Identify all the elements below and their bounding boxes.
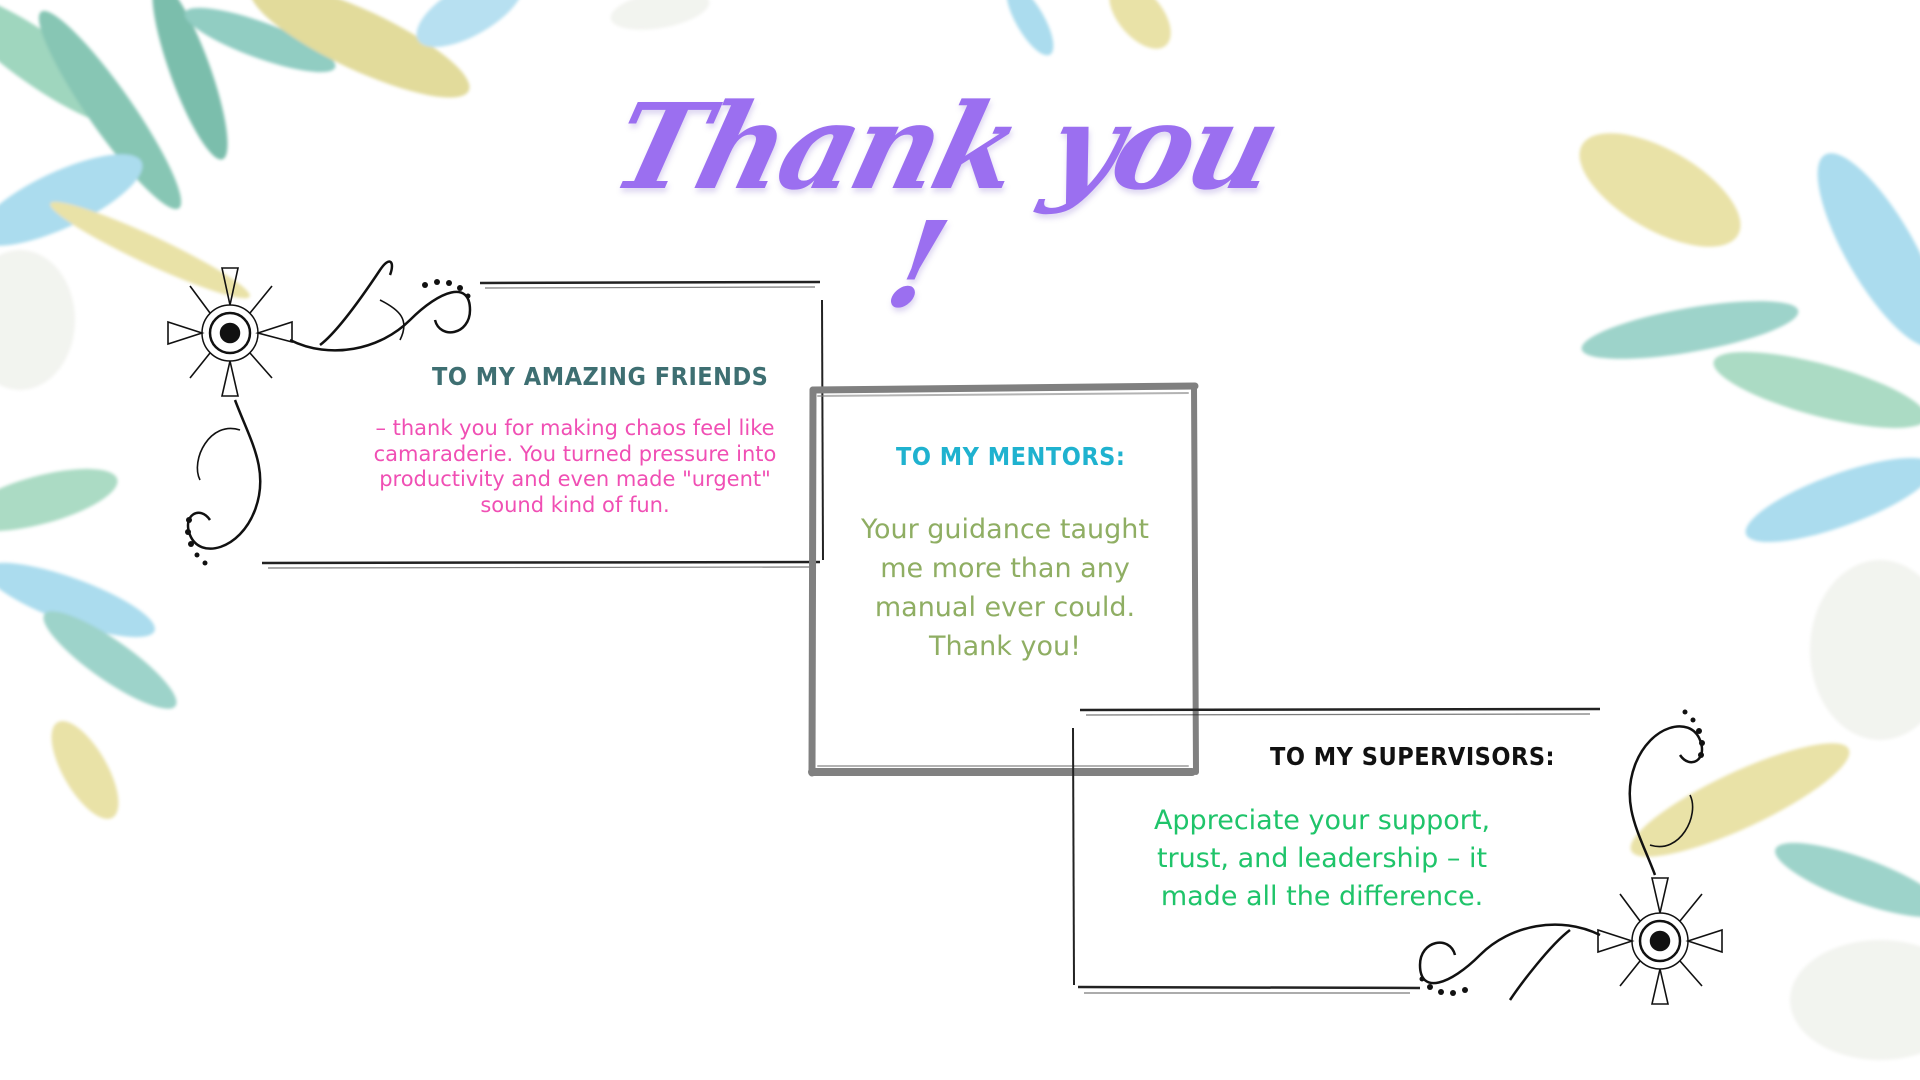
- flourish-corner-top-left: [167, 260, 472, 566]
- friends-message: – thank you for making chaos feel like c…: [373, 416, 777, 517]
- mentors-heading: To my Mentors:: [896, 442, 1126, 471]
- slide-title: Thank you !: [599, 77, 1291, 334]
- supervisors-heading: To my supervisors:: [1270, 742, 1556, 771]
- friends-heading: To my amazing friends: [432, 362, 769, 391]
- mentors-message: Your guidance taught me more than any ma…: [861, 514, 1149, 663]
- supervisors-message: Appreciate your support, trust, and lead…: [1153, 805, 1491, 912]
